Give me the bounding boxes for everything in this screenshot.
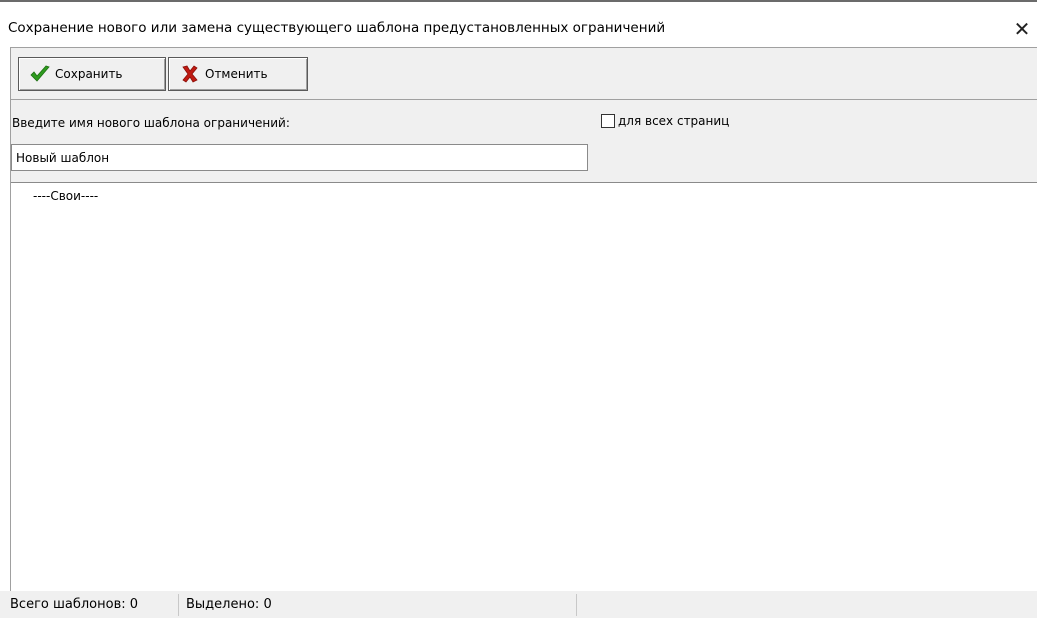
- dialog-window: Сохранение нового или замена существующе…: [0, 0, 1037, 618]
- template-form: Введите имя нового шаблона ограничений: …: [11, 100, 1037, 183]
- cancel-button-label: Отменить: [205, 67, 268, 81]
- all-pages-label: для всех страниц: [618, 114, 730, 128]
- all-pages-option[interactable]: для всех страниц: [601, 114, 729, 128]
- status-total-templates: Всего шаблонов: 0: [10, 597, 139, 612]
- save-button-label: Сохранить: [55, 67, 123, 81]
- template-name-input[interactable]: [11, 144, 588, 171]
- template-name-label: Введите имя нового шаблона ограничений:: [12, 116, 290, 130]
- templates-list[interactable]: ----Свои----: [11, 183, 1037, 591]
- window-title: Сохранение нового или замена существующе…: [8, 20, 666, 36]
- toolbar: Сохранить Отменить: [11, 47, 1037, 100]
- list-group-own[interactable]: ----Свои----: [33, 189, 98, 203]
- save-button[interactable]: Сохранить: [18, 57, 166, 91]
- status-divider: [178, 594, 179, 616]
- checkmark-icon: [29, 64, 51, 84]
- cancel-button[interactable]: Отменить: [168, 57, 308, 91]
- close-icon[interactable]: ✕: [1007, 16, 1037, 42]
- title-bar: Сохранение нового или замена существующе…: [0, 0, 1037, 44]
- cross-icon: [179, 64, 201, 84]
- status-selected-count: Выделено: 0: [186, 597, 272, 612]
- status-bar: Всего шаблонов: 0 Выделено: 0: [0, 591, 1037, 618]
- all-pages-checkbox[interactable]: [601, 114, 615, 128]
- status-divider: [576, 594, 577, 616]
- dialog-client-area: Сохранить Отменить Введите имя нового ша…: [10, 47, 1037, 591]
